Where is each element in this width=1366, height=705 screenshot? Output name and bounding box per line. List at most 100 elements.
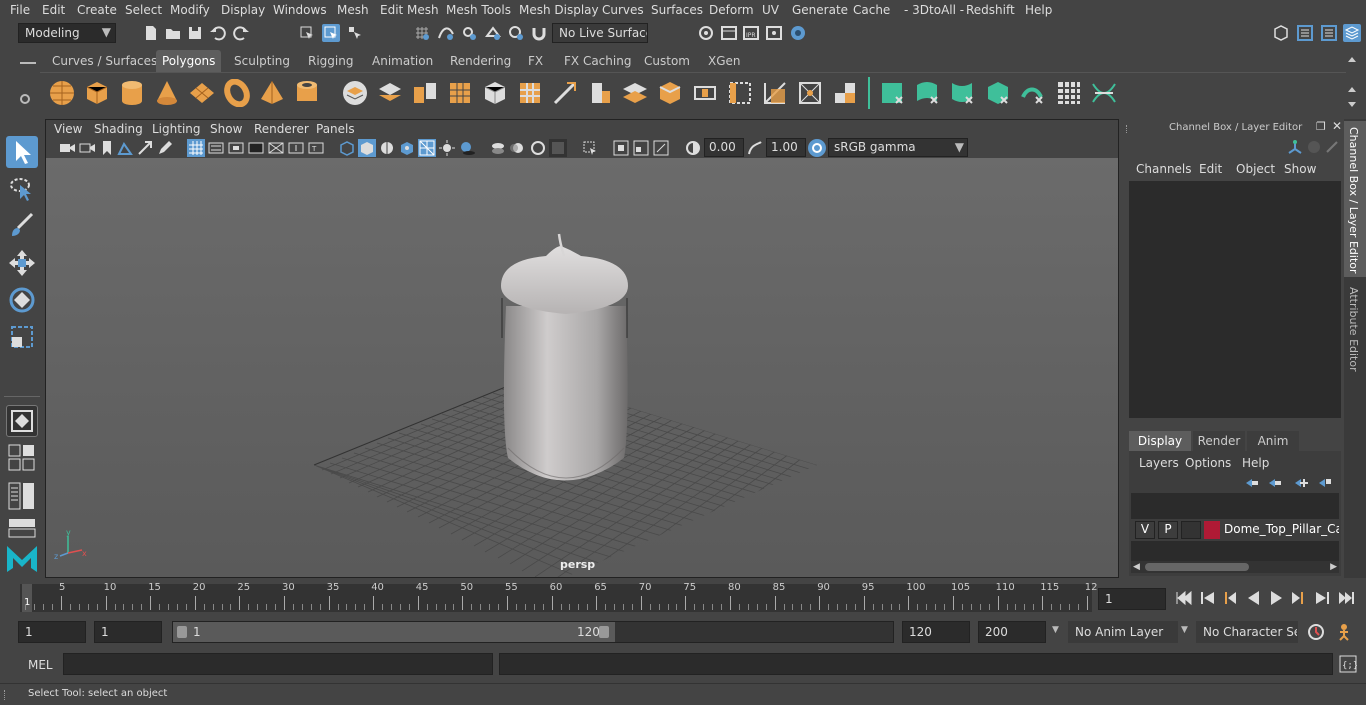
animation-end-field[interactable]: 200 — [978, 621, 1046, 643]
rotate-tool[interactable] — [6, 284, 38, 316]
tab-fx-caching[interactable]: FX Caching — [558, 50, 637, 72]
gamma-icon[interactable] — [746, 139, 764, 157]
frame-all-icon[interactable] — [612, 139, 630, 157]
viewport-menu-show[interactable]: Show — [210, 122, 242, 136]
scroll-thumb[interactable] — [1145, 563, 1249, 571]
chevron-down-icon[interactable]: ▼ — [1052, 625, 1059, 635]
combine-icon[interactable] — [341, 79, 369, 107]
snap-view-plane-icon[interactable] — [484, 24, 502, 42]
menu-modify[interactable]: Modify — [170, 3, 210, 17]
hypershade-icon[interactable] — [789, 24, 807, 42]
viewport-menu-shading[interactable]: Shading — [94, 122, 143, 136]
menu-cache[interactable]: Cache — [853, 3, 890, 17]
speed-icon[interactable] — [1306, 139, 1322, 155]
move-layer-up-icon[interactable] — [1244, 475, 1260, 491]
smooth-shade-icon[interactable] — [358, 139, 376, 157]
tab-sculpting[interactable]: Sculpting — [228, 50, 296, 72]
poly-plane-icon[interactable] — [188, 79, 216, 107]
layer-options-menu[interactable]: Options — [1185, 456, 1231, 470]
layer-playback-toggle[interactable]: P — [1158, 521, 1178, 539]
select-component-icon[interactable] — [346, 24, 364, 42]
step-back-key-icon[interactable] — [1198, 588, 1218, 608]
move-layer-down-icon[interactable] — [1267, 475, 1283, 491]
side-tab-attribute-editor[interactable]: Attribute Editor — [1344, 281, 1366, 381]
tab-polygons[interactable]: Polygons — [156, 50, 222, 72]
render-frame-icon[interactable] — [720, 24, 738, 42]
paint-select-tool[interactable] — [6, 210, 38, 242]
current-frame-field[interactable]: 1 — [1098, 588, 1166, 610]
extrude-icon[interactable] — [586, 79, 614, 107]
new-layer-selected-icon[interactable] — [1317, 475, 1333, 491]
render-view-icon[interactable] — [765, 24, 783, 42]
menu-redshift[interactable]: Redshift — [966, 3, 1015, 17]
animation-preferences-icon[interactable] — [1336, 622, 1356, 642]
color-space-dropdown[interactable]: sRGB gamma ▼ — [828, 138, 968, 157]
render-settings-icon[interactable] — [697, 24, 715, 42]
poly-sphere-icon[interactable] — [48, 79, 76, 107]
shadows-icon[interactable] — [458, 139, 476, 157]
tab-rigging[interactable]: Rigging — [302, 50, 359, 72]
channel-list[interactable] — [1129, 181, 1341, 418]
layer-tab-render[interactable]: Render — [1193, 431, 1245, 451]
new-layer-icon[interactable] — [1293, 475, 1309, 491]
poly-cylinder-icon[interactable] — [118, 79, 146, 107]
script-editor-icon[interactable]: {;} — [1339, 655, 1357, 673]
wireframe-icon[interactable] — [338, 139, 356, 157]
gate-mask-icon[interactable] — [247, 139, 265, 157]
menu-mesh[interactable]: Mesh — [337, 3, 369, 17]
motion-blur-icon[interactable] — [509, 139, 527, 157]
extract-icon[interactable] — [411, 79, 439, 107]
2d-pan-zoom-icon[interactable] — [136, 139, 154, 157]
select-hierarchy-icon[interactable] — [298, 24, 316, 42]
open-scene-icon[interactable] — [164, 24, 182, 42]
mode-dropdown[interactable]: Modeling ▼ — [18, 23, 116, 43]
poly-cube-icon[interactable] — [83, 79, 111, 107]
range-end-grip[interactable] — [599, 626, 609, 638]
step-back-frame-icon[interactable] — [1220, 588, 1240, 608]
menu-3dtoall[interactable]: - 3DtoAll - — [904, 3, 964, 17]
new-scene-icon[interactable] — [142, 24, 160, 42]
anim-layer-dropdown[interactable]: No Anim Layer — [1068, 621, 1178, 643]
menu-generate[interactable]: Generate — [792, 3, 848, 17]
camera-select-icon[interactable] — [58, 139, 76, 157]
workspace-icon[interactable] — [1272, 24, 1290, 42]
uv-cylindrical-icon[interactable] — [915, 79, 943, 107]
uv-spherical-icon[interactable] — [950, 79, 978, 107]
image-plane-icon[interactable] — [116, 139, 134, 157]
fill-hole-icon[interactable] — [726, 79, 754, 107]
poly-pipe-icon[interactable] — [293, 79, 321, 107]
layer-tab-display[interactable]: Display — [1129, 431, 1191, 451]
channel-show-menu[interactable]: Show — [1284, 162, 1316, 176]
animation-start-field[interactable]: 1 — [18, 621, 86, 643]
tab-xgen[interactable]: XGen — [702, 50, 747, 72]
depth-of-field-icon[interactable] — [549, 139, 567, 157]
layer-scrollbar[interactable]: ◀ ▶ — [1131, 561, 1339, 573]
separate-icon[interactable] — [376, 79, 404, 107]
exposure-icon[interactable] — [684, 139, 702, 157]
live-surface-field[interactable]: No Live Surface — [552, 23, 648, 43]
viewport-menu-renderer[interactable]: Renderer — [254, 122, 309, 136]
menu-edit[interactable]: Edit — [42, 3, 65, 17]
layout-four-pane-icon[interactable] — [8, 444, 36, 472]
viewport-menu-view[interactable]: View — [54, 122, 82, 136]
play-backward-icon[interactable] — [1244, 588, 1264, 608]
grid-toggle-icon[interactable] — [187, 139, 205, 157]
menu-create[interactable]: Create — [77, 3, 117, 17]
poly-pyramid-icon[interactable] — [258, 79, 286, 107]
menu-help[interactable]: Help — [1025, 3, 1052, 17]
drag-handle-icon[interactable] — [1126, 125, 1128, 133]
poly-cone-icon[interactable] — [153, 79, 181, 107]
layer-row[interactable]: V P Dome_Top_Pillar_Canc — [1131, 519, 1339, 541]
undo-icon[interactable] — [209, 24, 227, 42]
connect-icon[interactable] — [831, 79, 859, 107]
menu-mesh-display[interactable]: Mesh Display — [519, 3, 599, 17]
safe-action-icon[interactable] — [287, 139, 305, 157]
layer-color-swatch[interactable] — [1204, 521, 1220, 539]
menu-windows[interactable]: Windows — [273, 3, 327, 17]
viewport-menu-panels[interactable]: Panels — [316, 122, 355, 136]
shelf-menu-handle[interactable] — [20, 52, 36, 112]
mel-label[interactable]: MEL — [28, 658, 53, 672]
tab-rendering[interactable]: Rendering — [444, 50, 517, 72]
viewport-canvas[interactable]: y x z persp — [46, 158, 1118, 577]
command-input[interactable] — [63, 653, 493, 675]
